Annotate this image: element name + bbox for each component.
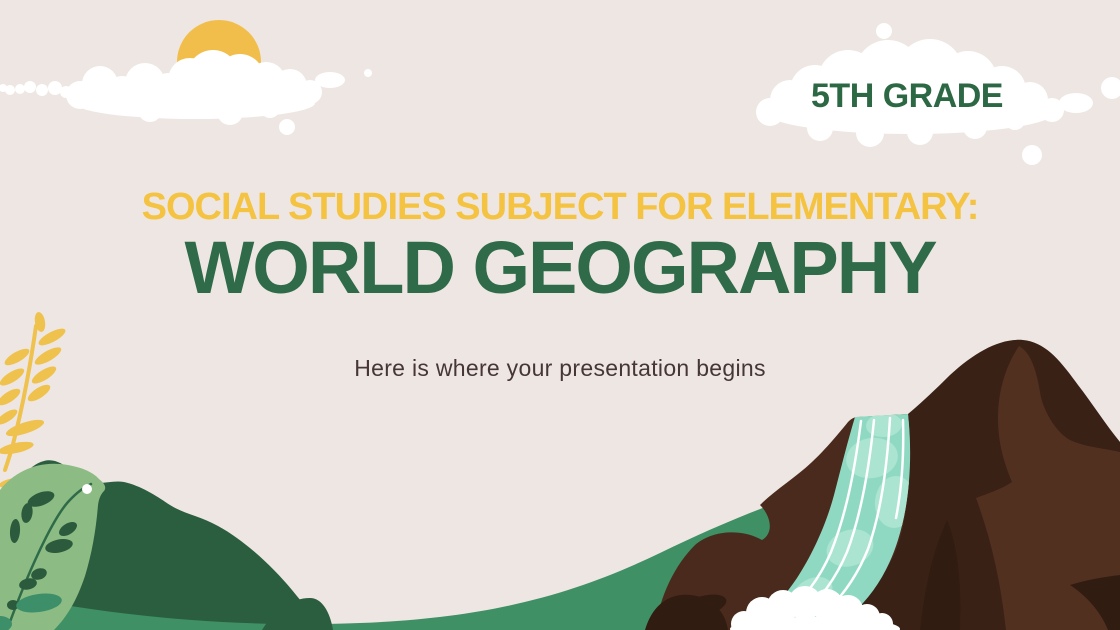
slide-canvas: 5TH GRADE SOCIAL STUDIES SUBJECT FOR ELE… [0, 0, 1120, 630]
grade-badge: 5TH GRADE [757, 79, 1057, 113]
pretitle: SOCIAL STUDIES SUBJECT FOR ELEMENTARY: [0, 188, 1120, 226]
subtitle: Here is where your presentation begins [0, 355, 1120, 383]
leaf-dot [82, 484, 92, 494]
cloud-left-icon [0, 50, 372, 135]
page-title: WORLD GEOGRAPHY [0, 231, 1120, 305]
